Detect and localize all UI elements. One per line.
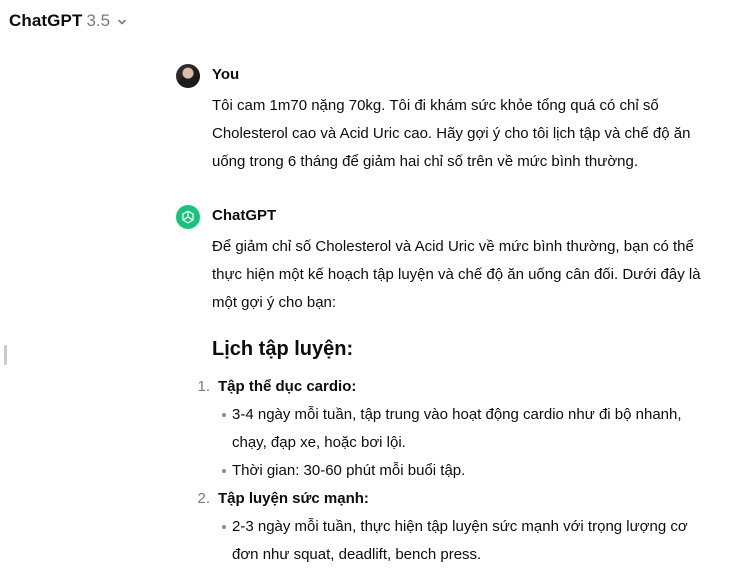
- section-heading: Lịch tập luyện:: [212, 338, 354, 360]
- bullet-text: Thời gian: 30-60 phút mỗi buổi tập.: [232, 462, 466, 479]
- assistant-intro-text: Để giảm chỉ số Cholesterol và Acid Uric …: [212, 233, 724, 317]
- bullet-text: 2-3 ngày mỗi tuần, thực hiện tập luyện s…: [232, 518, 688, 563]
- bullet-item: 3-4 ngày mỗi tuần, tập trung vào hoạt độ…: [222, 401, 712, 457]
- user-message-text: Tôi cam 1m70 nặng 70kg. Tôi đi khám sức …: [212, 92, 724, 176]
- chevron-down-icon: [118, 19, 126, 25]
- user-message-body: Tôi cam 1m70 nặng 70kg. Tôi đi khám sức …: [212, 97, 691, 170]
- sidebar-toggle-handle[interactable]: [4, 345, 7, 365]
- openai-logo-icon: [182, 210, 194, 224]
- list-number: 2.: [197, 490, 210, 507]
- model-selector[interactable]: ChatGPT 3.5: [9, 9, 128, 33]
- bullet-dot: [222, 525, 226, 529]
- assistant-intro-body: Để giảm chỉ số Cholesterol và Acid Uric …: [212, 238, 701, 311]
- assistant-author-label: ChatGPT: [212, 207, 277, 224]
- user-avatar: [176, 64, 200, 88]
- bullet-item: 2-3 ngày mỗi tuần, thực hiện tập luyện s…: [222, 513, 712, 569]
- bullet-dot: [222, 469, 226, 473]
- user-author-label: You: [212, 66, 240, 83]
- list-item-title: Tập luyện sức mạnh:: [218, 490, 369, 507]
- bullet-text: 3-4 ngày mỗi tuần, tập trung vào hoạt độ…: [232, 406, 682, 451]
- app-title: ChatGPT: [9, 11, 83, 30]
- chatgpt-logo-icon: [176, 205, 200, 229]
- bullet-dot: [222, 413, 226, 417]
- list-number: 1.: [197, 378, 210, 395]
- list-item-title: Tập thể dục cardio:: [218, 378, 357, 395]
- model-version: 3.5: [86, 11, 111, 30]
- bullet-item: Thời gian: 30-60 phút mỗi buổi tập.: [222, 457, 712, 485]
